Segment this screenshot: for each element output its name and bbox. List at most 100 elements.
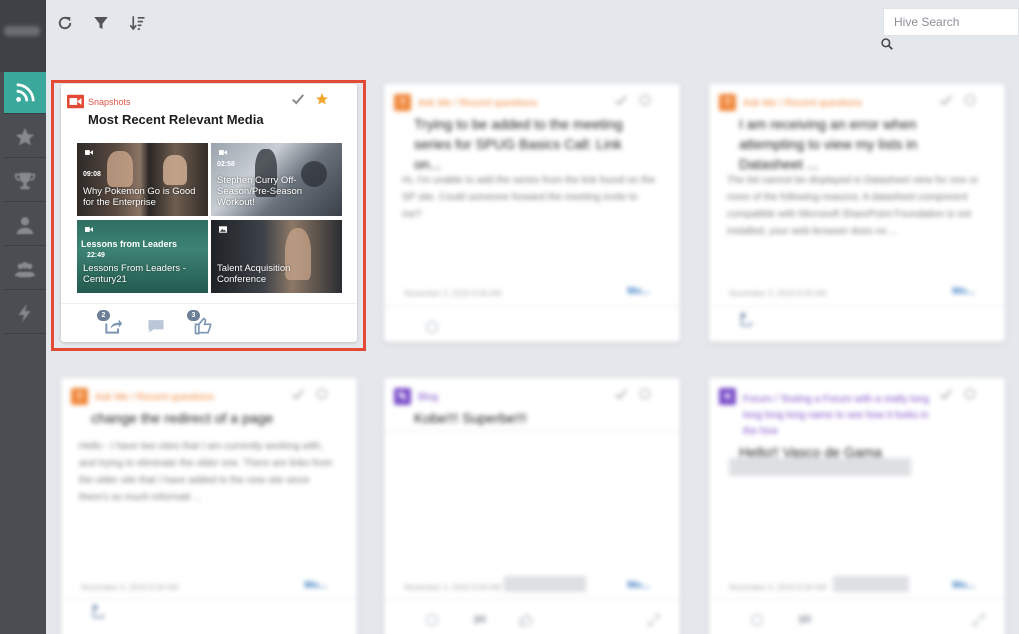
sidebar [0, 0, 46, 634]
forum-icon: ✦ [719, 388, 736, 405]
like-button[interactable]: 3 [187, 310, 213, 336]
comment-button[interactable] [424, 319, 440, 335]
lightning-icon [18, 303, 31, 322]
more-link[interactable]: Mo... [304, 580, 327, 591]
card-body: The list cannot be displayed in Datashee… [727, 175, 979, 237]
check-icon[interactable] [291, 387, 305, 401]
media-tile[interactable]: Lessons from Leaders 22:49 Lessons From … [77, 220, 208, 293]
video-caption: Why Pokemon Go is Good for the Enterpris… [83, 186, 196, 208]
media-tile[interactable]: Talent Acquisition Conference [211, 220, 342, 293]
filter-icon [94, 17, 108, 29]
more-link[interactable]: Mo... [952, 286, 975, 297]
media-card[interactable]: Snapshots Most Recent Relevant Media 09:… [61, 84, 357, 342]
placeholder-bar [729, 458, 911, 476]
sidebar-item-achievements[interactable] [4, 160, 46, 202]
feed-card[interactable]: ✎ Blog Kobe!!! Superbe!!! November 3, 20… [384, 378, 680, 634]
star-icon[interactable] [315, 92, 329, 106]
card-date: November 3, 2016 9:34 AM [404, 583, 502, 592]
star-outline-icon[interactable] [638, 387, 652, 401]
placeholder-bar [504, 576, 586, 592]
sort-button[interactable] [128, 14, 146, 32]
card-date: November 3, 2016 9:34 AM [81, 583, 179, 592]
feed-card[interactable]: ? Ask Me / Recent questions change the r… [61, 378, 357, 634]
media-grid: 09:08 Why Pokemon Go is Good for the Ent… [77, 143, 342, 293]
card-date: November 3, 2016 9:34 AM [729, 289, 827, 298]
share-button[interactable]: 2 [97, 310, 123, 336]
star-outline-icon[interactable] [315, 387, 329, 401]
check-icon[interactable] [614, 387, 628, 401]
share-button[interactable] [739, 312, 755, 328]
card-title[interactable]: change the redirect of a page [91, 408, 329, 428]
search-input[interactable] [884, 9, 1018, 35]
sidebar-item-favorites[interactable] [4, 116, 46, 158]
card-divider [384, 306, 680, 307]
check-icon[interactable] [291, 92, 305, 106]
comment-button[interactable] [424, 612, 440, 628]
app-logo-area [0, 0, 46, 72]
card-category[interactable]: Forum / Testing a Forum with a really lo… [743, 392, 935, 440]
comment-icon [426, 614, 438, 626]
video-duration: 02:58 [217, 161, 235, 168]
user-icon [16, 216, 34, 234]
card-actions [291, 92, 329, 106]
more-link[interactable]: Mo... [952, 580, 975, 591]
filter-button[interactable] [92, 14, 110, 32]
placeholder-bar [833, 576, 909, 592]
video-caption: Stephen Curry Off-Season/Pre-Season Work… [217, 175, 303, 208]
share-button[interactable] [91, 604, 107, 620]
card-title[interactable]: Kobe!!! Superbe!!! [414, 408, 652, 428]
feed-card[interactable]: ? Ask Me / Recent questions I am receivi… [709, 84, 1005, 342]
card-title[interactable]: Most Recent Relevant Media [88, 112, 264, 127]
star-outline-icon[interactable] [963, 387, 977, 401]
star-outline-icon[interactable] [638, 93, 652, 107]
expand-button[interactable] [646, 612, 662, 628]
media-tile[interactable]: 02:58 Stephen Curry Off-Season/Pre-Seaso… [211, 143, 342, 216]
video-overlay-title: Lessons from Leaders [81, 239, 178, 249]
card-title[interactable]: Trying to be added to the meeting series… [414, 114, 652, 174]
card-body: Hello - I have two sites that I am curre… [79, 441, 333, 503]
comment-button[interactable] [146, 316, 166, 336]
card-divider [384, 430, 680, 431]
thumbs-up-icon [519, 613, 533, 627]
feed-card[interactable]: ✦ Forum / Testing a Forum with a really … [709, 378, 1005, 634]
more-link[interactable]: Mo... [627, 286, 650, 297]
expand-button[interactable] [971, 612, 987, 628]
image-icon [219, 226, 227, 233]
sidebar-item-profile[interactable] [4, 204, 46, 246]
card-actions [614, 93, 652, 107]
sidebar-item-feed[interactable] [4, 72, 46, 114]
card-category[interactable]: Snapshots [88, 97, 131, 107]
video-icon [85, 227, 93, 232]
comment-button[interactable] [749, 612, 765, 628]
card-divider [384, 598, 680, 599]
more-link[interactable]: Mo... [627, 580, 650, 591]
sidebar-item-activity[interactable] [4, 292, 46, 334]
question-icon: ? [719, 94, 736, 111]
share-icon [740, 312, 752, 327]
comment-icon [148, 320, 164, 333]
card-title[interactable]: I am receiving an error when attempting … [739, 114, 977, 174]
check-icon[interactable] [939, 93, 953, 107]
card-category[interactable]: Blog [418, 392, 438, 403]
check-icon[interactable] [614, 93, 628, 107]
video-icon [219, 150, 227, 155]
check-icon[interactable] [939, 387, 953, 401]
reply-button[interactable] [797, 612, 813, 628]
card-category[interactable]: Ask Me / Recent questions [418, 98, 537, 109]
refresh-button[interactable] [56, 14, 74, 32]
card-actions [939, 93, 977, 107]
hive-search [883, 8, 1019, 36]
expand-icon [973, 614, 985, 626]
chat-icon [799, 615, 811, 626]
sidebar-item-groups[interactable] [4, 248, 46, 290]
video-icon [85, 150, 93, 155]
card-category[interactable]: Ask Me / Recent questions [743, 98, 862, 109]
star-outline-icon[interactable] [963, 93, 977, 107]
reply-button[interactable] [472, 612, 488, 628]
feed-card[interactable]: ? Ask Me / Recent questions Trying to be… [384, 84, 680, 342]
card-actions [291, 387, 329, 401]
search-icon[interactable] [880, 37, 894, 51]
media-tile[interactable]: 09:08 Why Pokemon Go is Good for the Ent… [77, 143, 208, 216]
like-button[interactable] [518, 612, 534, 628]
card-category[interactable]: Ask Me / Recent questions [95, 392, 214, 403]
